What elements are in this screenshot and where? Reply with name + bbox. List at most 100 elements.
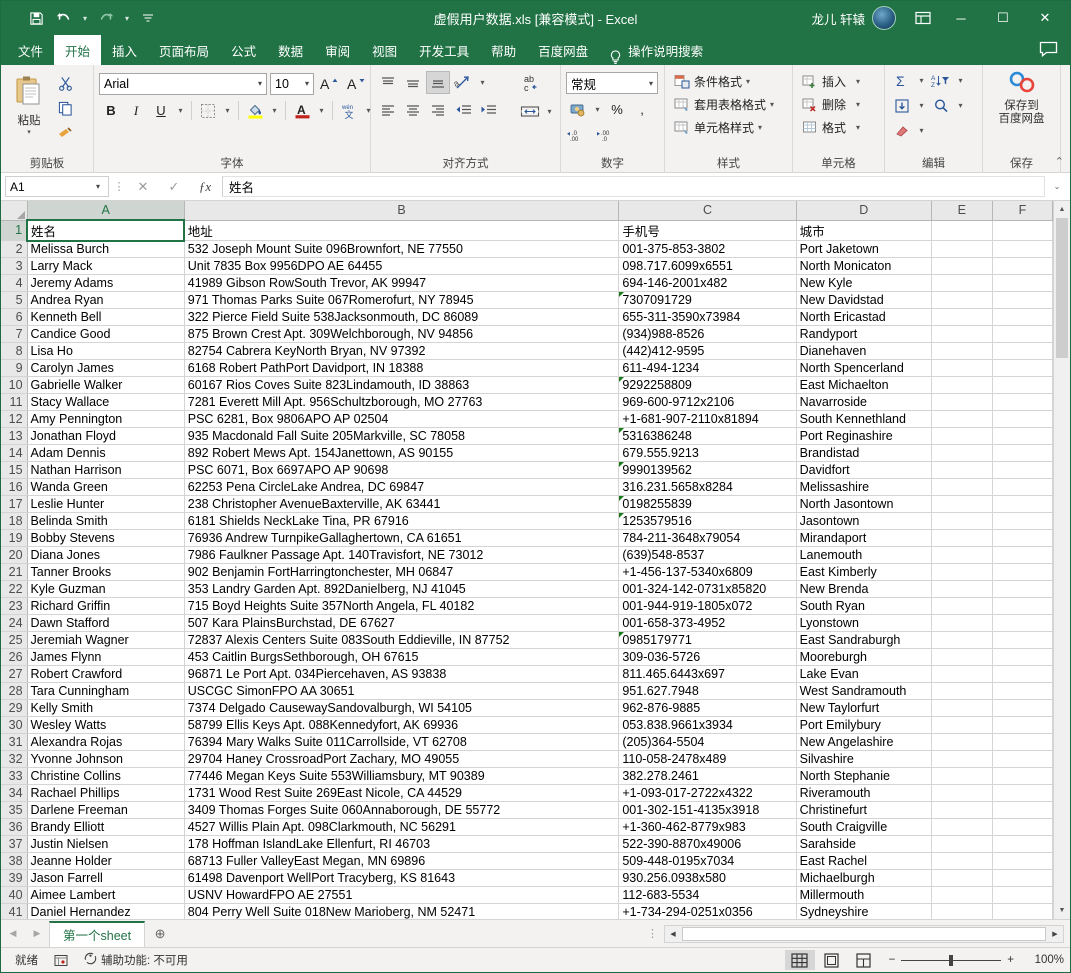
cell-name[interactable]: Kyle Guzman — [27, 580, 185, 598]
scroll-left-icon[interactable]: ◀ — [665, 925, 681, 942]
cell-name[interactable]: Jeremiah Wagner — [27, 631, 185, 649]
cell-f[interactable] — [992, 699, 1053, 717]
cell-address[interactable]: 971 Thomas Parks Suite 067Romerofurt, NY… — [184, 291, 620, 309]
cell-address[interactable]: 322 Pierce Field Suite 538Jacksonmouth, … — [184, 308, 620, 326]
row-header[interactable]: 19 — [1, 529, 28, 547]
cell-f[interactable] — [992, 597, 1053, 615]
row-header[interactable]: 33 — [1, 767, 28, 785]
cell-e[interactable] — [931, 801, 993, 819]
cell-address[interactable]: 61498 Davenport WellPort Tracyberg, KS 8… — [184, 869, 620, 887]
cell-f[interactable] — [992, 716, 1053, 734]
redo-dropdown-icon[interactable]: ▾ — [121, 6, 133, 30]
zoom-in-button[interactable]: + — [1007, 954, 1014, 966]
cell-name[interactable]: Jonathan Floyd — [27, 427, 185, 445]
decrease-font-size-icon[interactable]: A — [344, 72, 368, 95]
copy-icon[interactable] — [52, 97, 78, 119]
cell-e[interactable] — [931, 240, 993, 258]
cell-name[interactable]: Justin Nielsen — [27, 835, 185, 853]
cell-f[interactable] — [992, 801, 1053, 819]
cell-address[interactable]: 6181 Shields NeckLake Tina, PR 67916 — [184, 512, 620, 530]
cell-phone[interactable]: 001-658-373-4952 — [618, 614, 797, 632]
cell-f[interactable] — [992, 869, 1053, 887]
cell-city[interactable]: South Kennethland — [796, 410, 932, 428]
scroll-down-icon[interactable]: ▼ — [1054, 902, 1070, 919]
row-header[interactable]: 11 — [1, 393, 28, 411]
row-header[interactable]: 8 — [1, 342, 28, 360]
conditional-formatting-button[interactable]: 条件格式 ▾ — [670, 70, 753, 93]
cell-address[interactable]: 76936 Andrew TurnpikeGallaghertown, CA 6… — [184, 529, 620, 547]
row-header[interactable]: 24 — [1, 614, 28, 632]
cell-name[interactable]: Diana Jones — [27, 546, 185, 564]
cell-name[interactable]: Andrea Ryan — [27, 291, 185, 309]
cell-address[interactable]: 6168 Robert PathPort Davidport, IN 18388 — [184, 359, 620, 377]
cell-city[interactable]: Brandistad — [796, 444, 932, 462]
cell-phone[interactable]: 手机号 — [618, 220, 797, 241]
cell-phone[interactable]: 930.256.0938x580 — [618, 869, 797, 887]
cell-city[interactable]: North Spencerland — [796, 359, 932, 377]
collapse-ribbon-icon[interactable]: ⌃ — [1055, 155, 1064, 168]
expand-formula-bar-icon[interactable]: ⌄ — [1048, 176, 1066, 197]
cell-name[interactable]: Jason Farrell — [27, 869, 185, 887]
cell-address[interactable]: 238 Christopher AvenueBaxterville, AK 63… — [184, 495, 620, 513]
cell-phone[interactable]: 001-944-919-1805x072 — [618, 597, 797, 615]
row-header[interactable]: 32 — [1, 750, 28, 768]
cell-f[interactable] — [992, 495, 1053, 513]
font-color-icon[interactable]: A — [290, 99, 314, 122]
zoom-slider[interactable]: − + — [881, 954, 1022, 966]
insert-cells-dropdown-icon[interactable]: ▾ — [856, 77, 860, 86]
cell-address[interactable]: 68713 Fuller ValleyEast Megan, MN 69896 — [184, 852, 620, 870]
page-break-view-icon[interactable] — [849, 950, 879, 970]
baidu-netdisk-icon[interactable] — [1006, 70, 1038, 99]
tab-home[interactable]: 开始 — [54, 35, 102, 65]
cell-phone[interactable]: 112-683-5534 — [618, 886, 797, 904]
cell-city[interactable]: Silvashire — [796, 750, 932, 768]
cell-address[interactable]: 29704 Haney CrossroadPort Zachary, MO 49… — [184, 750, 620, 768]
cell-f[interactable] — [992, 512, 1053, 530]
cell-e[interactable] — [931, 665, 993, 683]
cell-address[interactable]: 532 Joseph Mount Suite 096Brownfort, NE … — [184, 240, 620, 258]
cell-name[interactable]: 姓名 — [26, 219, 186, 242]
align-middle-icon[interactable] — [401, 71, 425, 94]
cell-phone[interactable]: 098.717.6099x6551 — [618, 257, 797, 275]
column-header-f[interactable]: F — [992, 201, 1053, 221]
insert-cells-button[interactable]: 插入 ▾ — [798, 70, 863, 93]
percent-style-button[interactable]: % — [605, 98, 629, 121]
cell-name[interactable]: Tara Cunningham — [27, 682, 185, 700]
cell-phone[interactable]: 316.231.5658x8284 — [618, 478, 797, 496]
cell-name[interactable]: Yvonne Johnson — [27, 750, 185, 768]
cell-f[interactable] — [992, 325, 1053, 343]
row-header[interactable]: 15 — [1, 461, 28, 479]
row-header[interactable]: 28 — [1, 682, 28, 700]
scroll-right-icon[interactable]: ▶ — [1047, 925, 1063, 942]
wrap-text-icon[interactable]: ab c — [518, 71, 548, 94]
undo-icon[interactable] — [51, 6, 77, 30]
cell-phone[interactable]: (639)548-8537 — [618, 546, 797, 564]
cell-city[interactable]: Sydneyshire — [796, 903, 932, 919]
row-header[interactable]: 25 — [1, 631, 28, 649]
cell-e[interactable] — [931, 342, 993, 360]
cell-address[interactable]: 58799 Ellis Keys Apt. 088Kennedyfort, AK… — [184, 716, 620, 734]
cell-address[interactable]: 353 Landry Garden Apt. 892Danielberg, NJ… — [184, 580, 620, 598]
cell-phone[interactable]: 611-494-1234 — [618, 359, 797, 377]
add-sheet-icon[interactable]: ⊕ — [145, 921, 175, 947]
cell-f[interactable] — [992, 903, 1053, 919]
cell-phone[interactable]: 053.838.9661x3934 — [618, 716, 797, 734]
cell-city[interactable]: Michaelburgh — [796, 869, 932, 887]
customize-qat-icon[interactable] — [135, 6, 161, 30]
sheet-tab-splitter[interactable]: ⋮ — [641, 927, 664, 940]
cell-address[interactable]: 715 Boyd Heights Suite 357North Angela, … — [184, 597, 620, 615]
autosum-button[interactable]: Σ — [890, 69, 914, 92]
borders-dropdown-icon[interactable]: ▾ — [221, 99, 234, 122]
cell-address[interactable]: 60167 Rios Coves Suite 823Lindamouth, ID… — [184, 376, 620, 394]
cell-e[interactable] — [931, 903, 993, 919]
maximize-button[interactable]: ☐ — [982, 3, 1024, 33]
cell-e[interactable] — [931, 359, 993, 377]
cell-f[interactable] — [992, 393, 1053, 411]
cell-city[interactable]: East Rachel — [796, 852, 932, 870]
cell-f[interactable] — [992, 478, 1053, 496]
cell-city[interactable]: Davidfort — [796, 461, 932, 479]
row-header[interactable]: 23 — [1, 597, 28, 615]
next-sheet-icon[interactable]: ▶ — [25, 921, 49, 947]
row-header[interactable]: 4 — [1, 274, 28, 292]
clear-dropdown-icon[interactable]: ▾ — [915, 119, 928, 142]
